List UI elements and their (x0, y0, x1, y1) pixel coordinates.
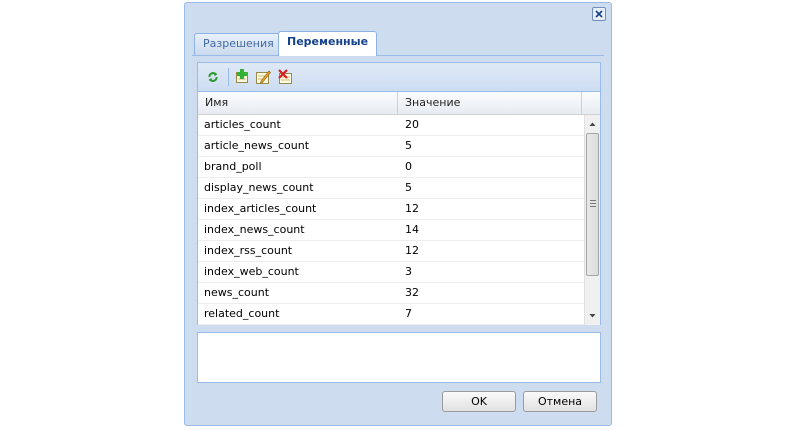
cell-value: 0 (405, 160, 412, 173)
cell-name: index_web_count (204, 265, 299, 278)
table-row[interactable]: news_count 32 (198, 283, 584, 304)
table-row[interactable]: display_news_count 5 (198, 178, 584, 199)
delete-icon (278, 69, 292, 84)
cell-name: index_news_count (204, 223, 305, 236)
column-header-value[interactable]: Значение (398, 92, 582, 114)
arrow-up-icon (589, 122, 596, 126)
cell-value: 3 (405, 265, 412, 278)
column-header-name[interactable]: Имя (198, 92, 398, 114)
edit-button[interactable] (255, 69, 271, 85)
table-row[interactable]: index_articles_count 12 (198, 199, 584, 220)
tab-permissions[interactable]: Разрешения (194, 33, 283, 55)
cell-value: 32 (405, 286, 419, 299)
variables-panel: Имя Значение articles_count 20 article_n… (197, 62, 601, 325)
delete-button[interactable] (277, 69, 293, 85)
table-row[interactable]: index_news_count 14 (198, 220, 584, 241)
scroll-down-button[interactable] (585, 309, 600, 323)
refresh-icon (208, 72, 218, 82)
grid-header: Имя Значение (198, 92, 600, 115)
table-row[interactable]: index_rss_count 12 (198, 241, 584, 262)
tab-variables[interactable]: Переменные (278, 31, 378, 56)
arrow-down-icon (589, 314, 596, 318)
grip-line (590, 206, 596, 207)
refresh-button[interactable] (205, 69, 221, 85)
table-row[interactable]: brand_poll 0 (198, 157, 584, 178)
grid-body: articles_count 20 article_news_count 5 b… (198, 115, 584, 325)
close-button[interactable] (592, 7, 606, 21)
cell-name: brand_poll (204, 160, 262, 173)
cell-name: related_count (204, 307, 280, 320)
cell-value: 20 (405, 118, 419, 131)
tab-strip: Разрешения Переменные (192, 31, 604, 56)
edit-icon (256, 70, 271, 84)
scroll-up-button[interactable] (585, 117, 600, 131)
table-row[interactable]: article_news_count 5 (198, 136, 584, 157)
close-icon (595, 10, 603, 18)
table-row[interactable]: articles_count 20 (198, 115, 584, 136)
cell-value: 5 (405, 181, 412, 194)
table-row[interactable]: index_web_count 3 (198, 262, 584, 283)
table-row[interactable]: related_count 7 (198, 304, 584, 325)
cell-name: article_news_count (204, 139, 310, 152)
toolbar-separator (228, 68, 229, 86)
add-button[interactable] (234, 69, 250, 85)
dialog-window: Разрешения Переменные Имя Значение artic… (184, 2, 612, 426)
cancel-button[interactable]: Отмена (523, 391, 597, 412)
add-icon (236, 69, 248, 83)
cell-value: 12 (405, 202, 419, 215)
cell-value: 14 (405, 223, 419, 236)
cell-name: index_rss_count (204, 244, 293, 257)
cell-value: 5 (405, 139, 412, 152)
grip-line (590, 200, 596, 201)
scroll-thumb[interactable] (586, 133, 599, 276)
cell-name: display_news_count (204, 181, 314, 194)
cell-name: articles_count (204, 118, 281, 131)
details-area (197, 332, 601, 383)
vertical-scrollbar[interactable] (584, 115, 600, 325)
cell-value: 12 (405, 244, 419, 257)
ok-button[interactable]: OK (442, 391, 516, 412)
cell-name: index_articles_count (204, 202, 317, 215)
cell-value: 7 (405, 307, 412, 320)
cell-name: news_count (204, 286, 270, 299)
grip-line (590, 203, 596, 204)
toolbar (198, 63, 600, 92)
